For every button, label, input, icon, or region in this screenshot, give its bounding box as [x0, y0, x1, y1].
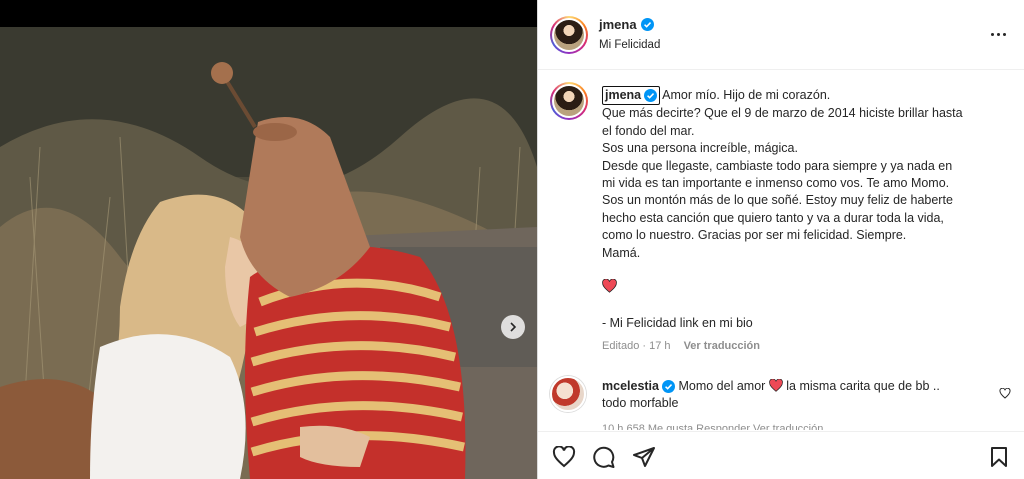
post-side-panel: jmena Mi Felicidad jmena Amor mío. Hijo …: [538, 0, 1024, 479]
caption-meta: Editado · 17 h Ver traducción: [602, 340, 760, 352]
comment-like-button[interactable]: [999, 387, 1011, 402]
share-button[interactable]: [632, 446, 656, 471]
caption-line-8: como lo nuestro. Gracias por ser mi feli…: [602, 228, 907, 243]
see-translation-link[interactable]: Ver traducción: [684, 340, 760, 352]
caption-line-6: Sos un montón más de lo que soñé. Estoy …: [602, 193, 953, 208]
red-heart-icon: [602, 278, 617, 293]
save-button[interactable]: [989, 446, 1009, 471]
comment-bubble-icon: [593, 446, 615, 468]
comment-item: mcelestia Momo del amor la misma carita …: [538, 368, 1024, 430]
verified-badge-icon: [661, 380, 675, 393]
post-audio-title[interactable]: Mi Felicidad: [599, 39, 660, 51]
caption-line-2: el fondo del mar.: [602, 123, 695, 138]
like-button[interactable]: [552, 445, 576, 471]
post-time[interactable]: 17 h: [649, 340, 670, 352]
red-heart-icon: [769, 378, 783, 392]
heart-outline-icon: [552, 445, 576, 468]
author-avatar[interactable]: [550, 16, 588, 54]
caption-block: jmena Amor mío. Hijo de mi corazón. Que …: [538, 70, 1024, 360]
comment-meta: 10 h 658 Me gusta Responder Ver traducci…: [602, 423, 824, 430]
author-username[interactable]: jmena: [599, 17, 654, 32]
media-top-strip: [0, 0, 537, 27]
comment-text: mcelestia Momo del amor la misma carita …: [602, 378, 972, 412]
comment-text-before: Momo del amor: [678, 379, 766, 393]
caption-avatar[interactable]: [550, 82, 588, 120]
verified-badge-icon: [644, 89, 658, 103]
caption-username[interactable]: jmena: [602, 86, 661, 106]
chevron-right-icon: [510, 322, 517, 332]
caption-link-line: - Mi Felicidad link en mi bio: [602, 316, 753, 331]
comment-button[interactable]: [592, 446, 616, 471]
more-options-icon[interactable]: [988, 26, 1008, 42]
verified-badge-icon: [640, 18, 654, 31]
caption-line-7: hecho esta canción que quiero tanto y va…: [602, 210, 944, 225]
post-media[interactable]: [0, 27, 537, 479]
caption-username-text[interactable]: jmena: [605, 87, 641, 104]
caption-line-3: Sos una persona increíble, mágica.: [602, 141, 798, 156]
caption-text: jmena Amor mío. Hijo de mi corazón. Que …: [602, 86, 1002, 333]
heart-outline-icon: [999, 387, 1011, 399]
caption-line-0: Amor mío. Hijo de mi corazón.: [662, 88, 831, 102]
post-photo: [0, 27, 537, 479]
caption-line-1: Que más decirte? Que el 9 de marzo de 20…: [602, 106, 963, 121]
commenter-username-text[interactable]: mcelestia: [602, 378, 659, 395]
caption-line-5: mi vida es tan importante e inmenso como…: [602, 176, 950, 191]
next-photo-button[interactable]: [501, 315, 525, 339]
post-header: jmena Mi Felicidad: [538, 0, 1024, 70]
paper-plane-icon: [633, 447, 655, 467]
commenter-username[interactable]: mcelestia: [602, 378, 675, 395]
caption-line-4: Desde que llegaste, cambiaste todo para …: [602, 158, 953, 173]
commenter-avatar[interactable]: [550, 376, 586, 412]
post-actions-bar: [538, 431, 1024, 479]
heart-emoji: [602, 278, 1002, 298]
comment-text-after: la misma carita que de bb ..: [786, 379, 940, 393]
author-username-text[interactable]: jmena: [599, 17, 637, 32]
edited-label: Editado: [602, 340, 640, 352]
bookmark-icon: [991, 447, 1007, 467]
caption-line-9: Mamá.: [602, 245, 641, 260]
comment-line-2: todo morfable: [602, 396, 679, 410]
